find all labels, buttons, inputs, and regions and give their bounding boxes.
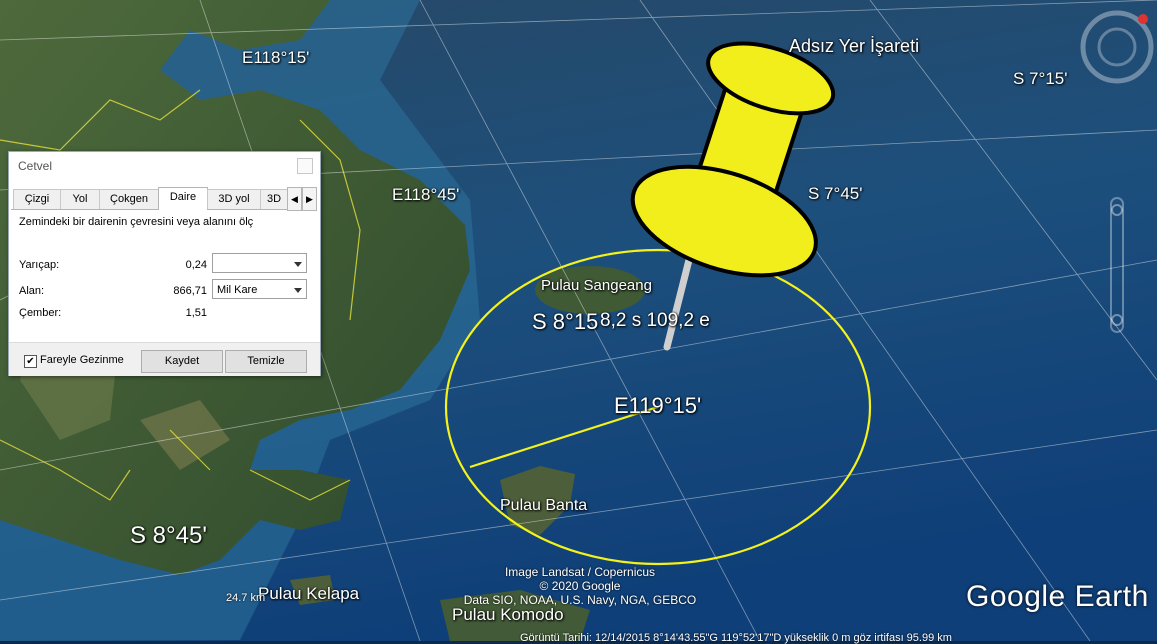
- tab-line[interactable]: Çizgi: [13, 189, 61, 209]
- tab-3d-path[interactable]: 3D yol: [207, 189, 261, 209]
- island-label-komodo[interactable]: Pulau Komodo: [452, 605, 564, 625]
- area-unit-value: Mil Kare: [217, 284, 258, 296]
- grid-label: S 7°15': [1013, 69, 1068, 88]
- credit-line: Image Landsat / Copernicus: [504, 565, 656, 579]
- area-label: Alan:: [19, 285, 45, 297]
- navigation-compass[interactable]: [1075, 5, 1155, 85]
- mouse-navigation-label: Fareyle Gezinme: [40, 354, 124, 366]
- clear-button[interactable]: Temizle: [225, 350, 307, 373]
- placemark-label[interactable]: Adsız Yer İşareti: [789, 36, 919, 57]
- ruler-description: Zemindeki bir dairenin çevresini veya al…: [19, 216, 254, 228]
- area-value: 866,71: [173, 285, 207, 297]
- radius-value: 0,24: [185, 259, 207, 271]
- island-label-kelapa[interactable]: Pulau Kelapa: [258, 584, 359, 604]
- zoom-slider[interactable]: [1105, 190, 1129, 340]
- ruler-title: Cetvel: [9, 152, 320, 180]
- close-icon[interactable]: [297, 158, 313, 174]
- ruler-tabs: Çizgi Yol Çokgen Daire 3D yol 3D ◀ ▶: [11, 187, 317, 211]
- island-label-sangeang[interactable]: Pulau Sangeang: [541, 277, 652, 294]
- tab-path[interactable]: Yol: [60, 189, 100, 209]
- radius-label: Yarıçap:: [19, 259, 60, 271]
- radius-unit-select[interactable]: [212, 253, 307, 273]
- chevron-down-icon: [294, 288, 302, 293]
- scale-bar: 24.7 km: [226, 592, 265, 604]
- circumference-value: 1,51: [185, 307, 207, 319]
- mouse-navigation-checkbox[interactable]: ✔: [24, 355, 37, 368]
- grid-label: S 7°45': [808, 184, 863, 203]
- coordinate-overlay: 8,2 s 109,2 e: [600, 310, 710, 331]
- area-unit-select[interactable]: Mil Kare: [212, 279, 307, 299]
- credit-line: © 2020 Google: [539, 579, 621, 593]
- grid-label: S 8°15: [532, 309, 599, 334]
- tab-scroll-right-icon[interactable]: ▶: [302, 187, 317, 211]
- google-earth-logo: Google Earth: [966, 580, 1149, 613]
- map-credits: Image Landsat / Copernicus © 2020 Google…: [420, 565, 740, 607]
- grid-label: E118°45': [392, 185, 460, 204]
- tab-scroll-left-icon[interactable]: ◀: [287, 187, 302, 211]
- scale-label: 24.7 km: [226, 592, 266, 604]
- credit-line: Data SIO, NOAA, U.S. Navy, NGA, GEBCO: [463, 593, 697, 607]
- tab-polygon[interactable]: Çokgen: [99, 189, 159, 209]
- circumference-label: Çember:: [19, 307, 62, 319]
- grid-label: E118°15': [242, 48, 310, 67]
- island-label-banta[interactable]: Pulau Banta: [500, 497, 587, 515]
- grid-label: E119°15': [614, 393, 702, 418]
- grid-label: S 8°45': [130, 522, 207, 549]
- chevron-down-icon: [294, 262, 302, 267]
- tab-3d-polygon[interactable]: 3D: [260, 189, 288, 209]
- ruler-window[interactable]: Cetvel Çizgi Yol Çokgen Daire 3D yol 3D …: [8, 151, 321, 376]
- save-button[interactable]: Kaydet: [141, 350, 223, 373]
- status-bar: Görüntü Tarihi: 12/14/2015 8°14'43.55"G …: [520, 632, 952, 644]
- tab-circle[interactable]: Daire: [158, 187, 208, 210]
